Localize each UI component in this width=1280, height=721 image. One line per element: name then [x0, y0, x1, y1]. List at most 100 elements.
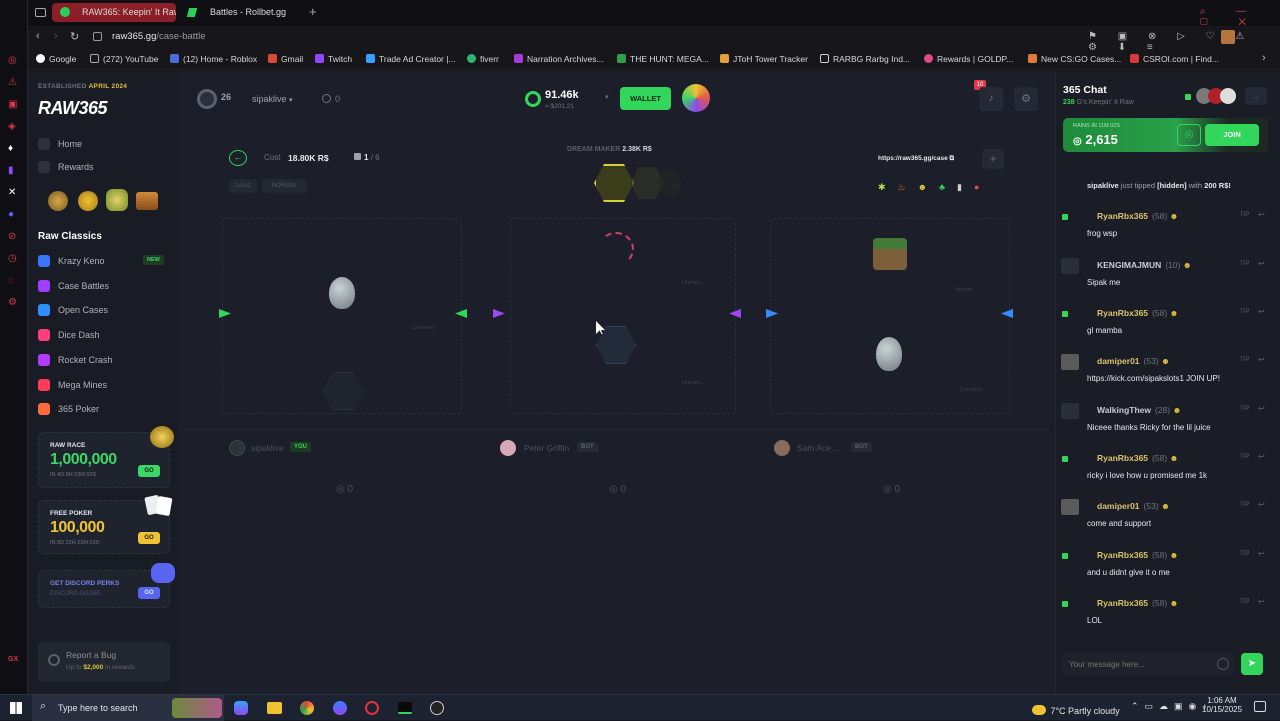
taskbar-apps[interactable]: [232, 700, 447, 716]
chat-username[interactable]: RyanRbx365 (58) ☻: [1097, 308, 1178, 318]
tip-button[interactable]: TIP: [1240, 212, 1249, 218]
nav-dice-dash[interactable]: Dice Dash: [38, 329, 100, 341]
free-poker-go-button[interactable]: GO: [138, 532, 160, 544]
back-arrow-button[interactable]: ←: [229, 150, 247, 166]
bookmark-csgo-cases[interactable]: New CS:GO Cases...: [1028, 54, 1121, 64]
share-url[interactable]: https://raw365.gg/case ⧉: [878, 155, 954, 163]
bookmark-youtube[interactable]: (272) YouTube: [90, 54, 158, 64]
tip-button[interactable]: TIP: [1240, 406, 1249, 412]
tip-button[interactable]: TIP: [1240, 502, 1249, 508]
chat-username[interactable]: KENGIMAJMUN (10) ☻: [1097, 260, 1192, 270]
taskbar-search[interactable]: ⌕ Type here to search: [32, 695, 224, 721]
player-avatar[interactable]: [229, 440, 245, 456]
online-status-dot[interactable]: [1062, 214, 1068, 220]
tip-button[interactable]: TIP: [1240, 551, 1249, 557]
report-bug[interactable]: Report a Bug Up to $2,000 in rewards: [38, 642, 170, 682]
chat-username[interactable]: RyanRbx365 (58) ☻: [1097, 550, 1178, 560]
new-tab-icon[interactable]: +: [309, 4, 317, 19]
chat-username[interactable]: WalkingThew (28) ☻: [1097, 405, 1181, 415]
online-status-dot[interactable]: [1062, 311, 1068, 317]
bookmark-google[interactable]: Google: [36, 54, 76, 64]
clock[interactable]: 1:06 AM 10/15/2025: [1202, 696, 1242, 714]
windows-start-icon[interactable]: [10, 702, 22, 714]
back-icon[interactable]: ‹: [36, 30, 40, 42]
chat-avatar[interactable]: [1061, 499, 1079, 515]
level-ring[interactable]: [197, 89, 217, 109]
tip-button[interactable]: TIP: [1240, 357, 1249, 363]
bookmark-rewards[interactable]: Rewards | GOLDP...: [924, 54, 1013, 64]
balance-dropdown-icon[interactable]: ▾: [605, 93, 609, 101]
nav-rewards[interactable]: Rewards: [38, 161, 94, 173]
reply-icon[interactable]: ↩: [1258, 500, 1265, 509]
nav-open-cases[interactable]: Open Cases: [38, 304, 108, 316]
sidebar-icons[interactable]: ◎ ⚠ ▣ ◈ ♦ ▮ ✕ ● ⊘ ◷ ◌ ⚙: [8, 50, 20, 314]
notifications-icon[interactable]: [1254, 701, 1266, 712]
chat-avatar[interactable]: [1061, 258, 1079, 274]
system-tray-icons[interactable]: ⌃▭☁▣◉♪: [1131, 701, 1213, 712]
discord-go-button[interactable]: GO: [138, 587, 160, 599]
bookmark-rarbg[interactable]: RARBG Rarbg Ind...: [820, 54, 910, 64]
emoji-icon[interactable]: [1217, 658, 1229, 670]
reply-icon[interactable]: ↩: [1258, 549, 1265, 558]
site-info-icon[interactable]: [93, 32, 102, 41]
chat-user-avatars[interactable]: [1196, 88, 1240, 104]
player-avatar[interactable]: [500, 440, 516, 456]
collapse-chat-icon[interactable]: →: [1245, 87, 1267, 105]
nav-home[interactable]: Home: [38, 138, 82, 150]
bookmark-csroi[interactable]: CSROI.com | Find...: [1130, 54, 1219, 64]
bookmark-roblox[interactable]: (12) Home - Roblox: [170, 54, 257, 64]
chat-input[interactable]: [1063, 652, 1233, 676]
reply-icon[interactable]: ↩: [1258, 307, 1265, 316]
bookmark-trade-ad[interactable]: Trade Ad Creator |...: [366, 54, 456, 64]
chat-username[interactable]: RyanRbx365 (58) ☻: [1097, 453, 1178, 463]
reward-badges[interactable]: [48, 189, 160, 213]
player-avatar[interactable]: [774, 440, 790, 456]
wallet-button[interactable]: WALLET: [620, 87, 671, 110]
bookmark-twitch[interactable]: Twitch: [315, 54, 352, 64]
tip-button[interactable]: TIP: [1240, 454, 1249, 460]
online-status-dot[interactable]: [1062, 456, 1068, 462]
shield-icon[interactable]: ◈: [982, 149, 1004, 169]
nav-rocket-crash[interactable]: Rocket Crash: [38, 354, 113, 366]
chat-message-field[interactable]: [1069, 656, 1209, 672]
profile-avatar[interactable]: [1221, 30, 1235, 44]
bell-icon[interactable]: ♪: [979, 87, 1003, 111]
chat-username[interactable]: damiper01 (53) ☻: [1097, 356, 1170, 366]
tab-overview-icon[interactable]: [35, 8, 46, 17]
bookmark-jtoh[interactable]: JToH Tower Tracker: [720, 54, 808, 64]
reply-icon[interactable]: ↩: [1258, 210, 1265, 219]
weather[interactable]: 7°C Partly cloudy: [1032, 701, 1120, 719]
settings-icon[interactable]: ⚙: [1014, 87, 1038, 111]
tab-raw365[interactable]: RAW365: Keepin' It Raw: [52, 3, 176, 22]
url-field[interactable]: raw365.gg/case-battle: [112, 31, 206, 42]
chat-avatar[interactable]: [1061, 403, 1079, 419]
emoji-reactions[interactable]: ✱♨☻♣▮●: [878, 182, 991, 193]
gx-icon[interactable]: GX: [8, 656, 18, 663]
chat-username[interactable]: RyanRbx365 (58) ☻: [1097, 598, 1178, 608]
rain-coin-button[interactable]: ◎: [1177, 124, 1201, 146]
nav-krazy-keno[interactable]: Krazy Keno: [38, 255, 105, 267]
nav-mega-mines[interactable]: Mega Mines: [38, 379, 107, 391]
nav-365-poker[interactable]: 365 Poker: [38, 403, 99, 415]
reply-icon[interactable]: ↩: [1258, 355, 1265, 364]
site-logo[interactable]: RAW365: [38, 98, 108, 119]
online-status-dot[interactable]: [1062, 553, 1068, 559]
bookmark-gmail[interactable]: Gmail: [268, 54, 303, 64]
tab-rollbet[interactable]: Battles - Rollbet.gg: [180, 3, 300, 22]
tip-button[interactable]: TIP: [1240, 309, 1249, 315]
bookmark-narration[interactable]: Narration Archives...: [514, 54, 604, 64]
online-status-dot[interactable]: [1062, 601, 1068, 607]
raw-race-go-button[interactable]: GO: [138, 465, 160, 477]
spin-wheel-icon[interactable]: [682, 84, 710, 112]
forward-icon[interactable]: ›: [54, 30, 58, 42]
tip-button[interactable]: TIP: [1240, 261, 1249, 267]
nav-case-battles[interactable]: Case Battles: [38, 280, 109, 292]
reload-icon[interactable]: ↻: [70, 30, 79, 43]
bookmark-fiverr[interactable]: fiverr: [467, 54, 499, 64]
chat-avatar[interactable]: [1061, 354, 1079, 370]
chat-username[interactable]: damiper01 (53) ☻: [1097, 501, 1170, 511]
reply-icon[interactable]: ↩: [1258, 259, 1265, 268]
reply-icon[interactable]: ↩: [1258, 452, 1265, 461]
reply-icon[interactable]: ↩: [1258, 404, 1265, 413]
join-rain-button[interactable]: JOIN: [1205, 124, 1259, 146]
